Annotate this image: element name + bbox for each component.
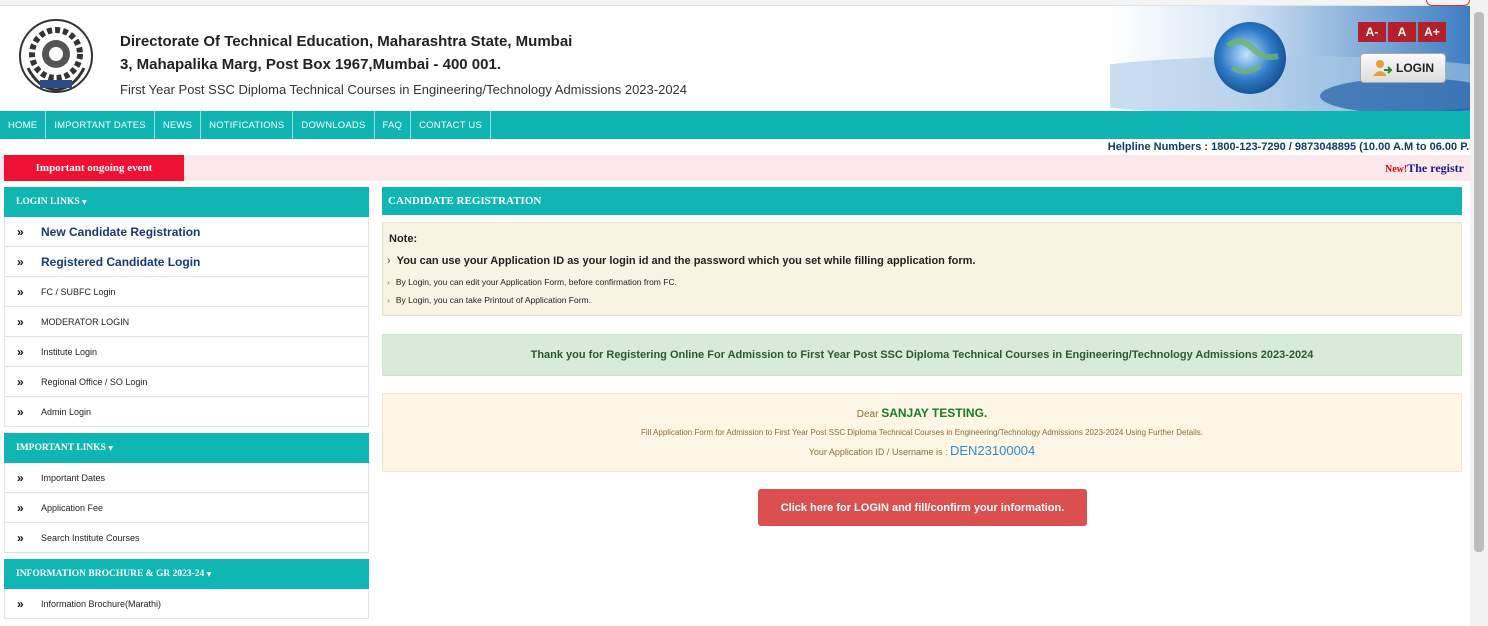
important-event-label: Important ongoing event <box>4 155 184 181</box>
brochure-title: INFORMATION BROCHURE & GR 2023-24 <box>16 569 205 579</box>
user-icon <box>1373 60 1392 76</box>
chevron-right-icon: › <box>387 277 390 287</box>
sidebar-item-label: Regional Office / SO Login <box>41 376 148 387</box>
login-links-header[interactable]: LOGIN LINKS ▾ <box>4 187 369 217</box>
helpline-numbers: Helpline Numbers : 1800-123-7290 / 98730… <box>1107 141 1482 153</box>
nav-notifications[interactable]: NOTIFICATIONS <box>201 111 294 139</box>
nav-faq[interactable]: FAQ <box>375 111 412 139</box>
nav-downloads[interactable]: DOWNLOADS <box>293 111 375 139</box>
double-chevron-icon: » <box>17 470 24 485</box>
application-id-line: Your Application ID / Username is : DEN2… <box>383 443 1461 458</box>
brochure-header[interactable]: INFORMATION BROCHURE & GR 2023-24 ▾ <box>4 559 369 589</box>
double-chevron-icon: » <box>17 374 24 389</box>
note-line-text: By Login, you can edit your Application … <box>395 277 677 287</box>
sidebar-item-label: MODERATOR LOGIN <box>41 316 130 327</box>
sidebar-item-institute-login[interactable]: » Institute Login <box>4 337 369 367</box>
sidebar-item-label: Important Dates <box>41 472 106 483</box>
note-line: › You can use your Application ID as your… <box>387 255 975 267</box>
dear-prefix: Dear <box>856 409 879 420</box>
nav-important-dates[interactable]: IMPORTANT DATES <box>46 111 155 139</box>
login-label: LOGIN <box>1396 61 1434 75</box>
header-login-button[interactable]: LOGIN <box>1360 53 1446 83</box>
double-chevron-icon: » <box>17 254 24 269</box>
double-chevron-icon: » <box>17 404 24 419</box>
sidebar-item-fc-subfc-login[interactable]: » FC / SUBFC Login <box>4 277 369 307</box>
candidate-name: SANJAY TESTING <box>881 406 984 420</box>
new-tag: New! <box>1385 164 1408 175</box>
note-box: Note: › You can use your Application ID a… <box>382 222 1462 316</box>
double-chevron-icon: » <box>17 344 24 359</box>
note-line: › By Login, you can take Printout of Appl… <box>387 295 591 305</box>
sidebar-item-label: Admin Login <box>41 406 92 417</box>
note-line-text: By Login, you can take Printout of Appli… <box>395 295 591 305</box>
note-line: › By Login, you can edit your Application… <box>387 277 677 287</box>
sidebar-item-label: Application Fee <box>41 502 104 513</box>
note-line-text: You can use your Application ID as your … <box>396 255 976 267</box>
sidebar: LOGIN LINKS ▾ » New Candidate Registratio… <box>4 187 369 626</box>
font-decrease-button[interactable]: A- <box>1358 22 1386 42</box>
sidebar-item-label: Registered Candidate Login <box>41 254 201 269</box>
scrollbar-thumb[interactable] <box>1474 12 1484 552</box>
sidebar-item-label: Institute Login <box>41 346 98 357</box>
sidebar-item-new-candidate-registration[interactable]: » New Candidate Registration <box>4 217 369 247</box>
sidebar-item-application-fee[interactable]: » Application Fee <box>4 493 369 523</box>
sidebar-item-admin-login[interactable]: » Admin Login <box>4 397 369 427</box>
nav-news[interactable]: NEWS <box>155 111 202 139</box>
important-links-title: IMPORTANT LINKS <box>16 443 106 453</box>
registration-success-message: Thank you for Registering Online For Adm… <box>382 334 1462 376</box>
nav-home[interactable]: HOME <box>0 111 47 139</box>
dear-suffix: . <box>983 406 988 420</box>
org-title: Directorate Of Technical Education, Maha… <box>120 33 573 50</box>
sidebar-item-regional-office-login[interactable]: » Regional Office / SO Login <box>4 367 369 397</box>
org-address: 3, Mahapalika Marg, Post Box 1967,Mumbai… <box>120 56 501 73</box>
admission-subtitle: First Year Post SSC Diploma Technical Co… <box>120 82 688 97</box>
application-id-label: Your Application ID / Username is : <box>808 447 948 457</box>
login-fill-confirm-button[interactable]: Click here for LOGIN and fill/confirm yo… <box>758 489 1087 526</box>
font-increase-button[interactable]: A+ <box>1418 22 1446 42</box>
double-chevron-icon: » <box>17 530 24 545</box>
sidebar-item-search-institute-courses[interactable]: » Search Institute Courses <box>4 523 369 553</box>
caret-down-icon: ▾ <box>108 443 113 454</box>
marquee-text: The registr <box>1407 161 1464 175</box>
site-header: Directorate Of Technical Education, Maha… <box>0 6 1470 111</box>
application-id-value: DEN23100004 <box>949 443 1036 458</box>
font-normal-button[interactable]: A <box>1388 22 1416 42</box>
chevron-right-icon: › <box>387 295 390 305</box>
note-title: Note: <box>389 233 418 245</box>
ongoing-event-bar: Important ongoing event New!The registr <box>0 155 1470 181</box>
event-marquee[interactable]: New!The registr <box>1385 161 1464 176</box>
candidate-details-box: Dear SANJAY TESTING. Fill Application Fo… <box>382 393 1462 472</box>
double-chevron-icon: » <box>17 596 24 611</box>
important-links-header[interactable]: IMPORTANT LINKS ▾ <box>4 433 369 463</box>
caret-down-icon: ▾ <box>206 569 212 580</box>
sidebar-item-moderator-login[interactable]: » MODERATOR LOGIN <box>4 307 369 337</box>
fill-instructions: Fill Application Form for Admission to F… <box>641 428 1203 437</box>
sidebar-item-registered-candidate-login[interactable]: » Registered Candidate Login <box>4 247 369 277</box>
candidate-registration-header: CANDIDATE REGISTRATION <box>382 187 1462 215</box>
nav-contact-us[interactable]: CONTACT US <box>411 111 491 139</box>
dear-line: Dear SANJAY TESTING. <box>383 406 1461 420</box>
dte-emblem-logo <box>19 19 93 93</box>
chevron-right-icon: › <box>387 255 391 267</box>
double-chevron-icon: » <box>17 284 24 299</box>
login-links-title: LOGIN LINKS <box>16 197 80 207</box>
main-nav: HOME IMPORTANT DATES NEWS NOTIFICATIONS … <box>0 111 1470 139</box>
sidebar-item-label: New Candidate Registration <box>41 224 201 239</box>
sidebar-item-label: Search Institute Courses <box>41 532 140 543</box>
font-size-controls: A- A A+ <box>1356 22 1446 42</box>
double-chevron-icon: » <box>17 314 24 329</box>
sidebar-item-important-dates[interactable]: » Important Dates <box>4 463 369 493</box>
sidebar-item-information-brochure-marathi[interactable]: » Information Brochure(Marathi) <box>4 589 369 619</box>
double-chevron-icon: » <box>17 224 24 239</box>
sidebar-item-label: FC / SUBFC Login <box>41 286 116 297</box>
sidebar-item-label: Information Brochure(Marathi) <box>41 598 162 609</box>
double-chevron-icon: » <box>17 500 24 515</box>
page-scrollbar[interactable] <box>1470 0 1488 626</box>
caret-down-icon: ▾ <box>82 197 87 208</box>
